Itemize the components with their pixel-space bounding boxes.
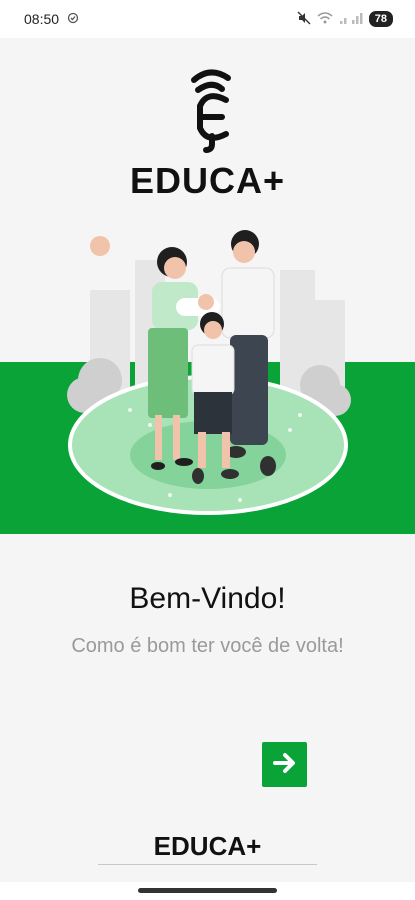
mute-icon <box>297 11 311 28</box>
status-time: 08:50 <box>24 11 60 27</box>
signal-icon <box>339 11 363 28</box>
home-indicator[interactable] <box>138 888 277 893</box>
family-illustration <box>0 220 415 540</box>
status-left: 08:50 <box>24 11 79 27</box>
welcome-title: Bem-Vindo! <box>129 582 286 615</box>
next-button[interactable] <box>262 742 307 787</box>
status-right: 78 <box>297 11 393 28</box>
footer-divider <box>98 864 317 865</box>
battery-indicator: 78 <box>368 11 393 27</box>
brand-name-bottom: EDUCA+ <box>153 831 262 861</box>
sync-icon <box>67 11 79 27</box>
wifi-icon <box>317 11 333 28</box>
arrow-right-icon <box>272 751 298 778</box>
welcome-subtitle: Como é bom ter você de volta! <box>71 635 344 657</box>
status-bar: 08:50 78 <box>0 0 415 38</box>
brand-name-top: EDUCA+ <box>129 160 286 201</box>
